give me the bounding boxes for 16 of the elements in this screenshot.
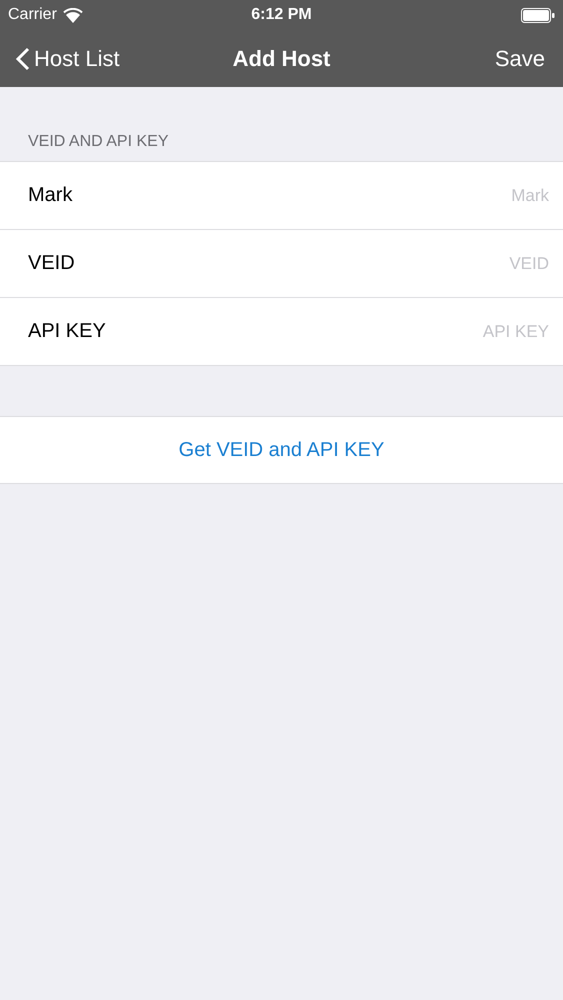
back-button[interactable]: Host List [16,46,120,72]
input-field[interactable]: API KEY [347,320,551,342]
chevron-left-icon [16,46,30,70]
field-label: Mark [28,184,72,207]
field-label: API KEY [28,320,106,343]
input-field[interactable]: Mark [347,184,551,206]
status-time: 6:12 PM [251,6,312,24]
field-label: VEID [28,252,75,275]
save-button[interactable]: Save [494,46,545,72]
battery-icon [521,8,555,22]
nav-title: Add Host [232,46,330,72]
carrier-name: Carrier [8,6,57,24]
input-field[interactable]: VEID [347,252,551,274]
get-key-button[interactable]: Get VEID and API KEY [0,416,563,484]
wifi-icon [62,8,83,22]
section-header: VEID AND API KEY [27,132,170,152]
